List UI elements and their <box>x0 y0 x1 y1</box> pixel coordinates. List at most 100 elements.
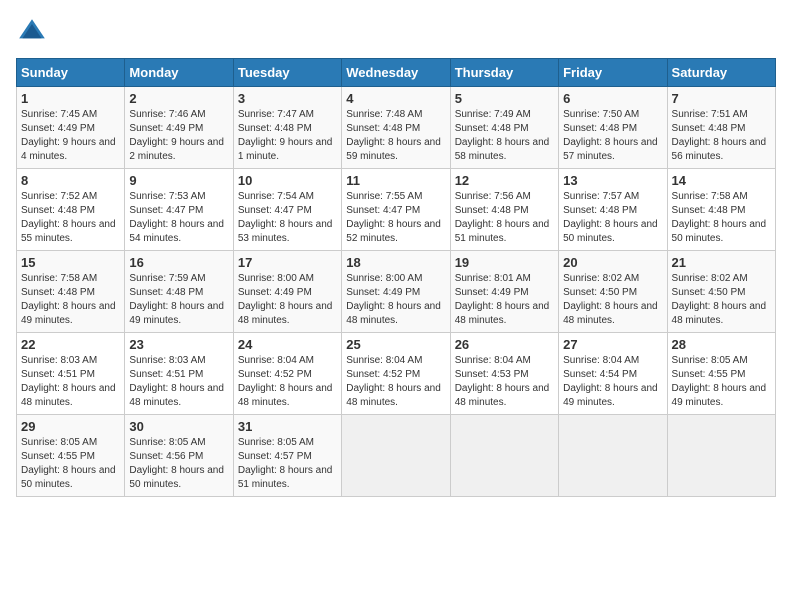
day-info: Sunrise: 8:02 AMSunset: 4:50 PMDaylight:… <box>563 273 658 326</box>
day-number: 6 <box>563 91 662 106</box>
calendar-row: 1 Sunrise: 7:45 AMSunset: 4:49 PMDayligh… <box>17 87 776 169</box>
day-info: Sunrise: 8:04 AMSunset: 4:53 PMDaylight:… <box>455 355 550 408</box>
calendar-row: 15 Sunrise: 7:58 AMSunset: 4:48 PMDaylig… <box>17 251 776 333</box>
calendar-table: SundayMondayTuesdayWednesdayThursdayFrid… <box>16 58 776 497</box>
page-header <box>16 16 776 48</box>
day-info: Sunrise: 7:47 AMSunset: 4:48 PMDaylight:… <box>238 109 333 162</box>
day-number: 31 <box>238 419 337 434</box>
day-number: 28 <box>672 337 771 352</box>
calendar-cell: 9 Sunrise: 7:53 AMSunset: 4:47 PMDayligh… <box>125 169 233 251</box>
day-info: Sunrise: 8:01 AMSunset: 4:49 PMDaylight:… <box>455 273 550 326</box>
day-info: Sunrise: 7:45 AMSunset: 4:49 PMDaylight:… <box>21 109 116 162</box>
calendar-cell: 12 Sunrise: 7:56 AMSunset: 4:48 PMDaylig… <box>450 169 558 251</box>
calendar-cell: 26 Sunrise: 8:04 AMSunset: 4:53 PMDaylig… <box>450 333 558 415</box>
logo-icon <box>16 16 48 48</box>
day-number: 19 <box>455 255 554 270</box>
day-info: Sunrise: 7:49 AMSunset: 4:48 PMDaylight:… <box>455 109 550 162</box>
calendar-cell: 22 Sunrise: 8:03 AMSunset: 4:51 PMDaylig… <box>17 333 125 415</box>
day-number: 2 <box>129 91 228 106</box>
weekday-header-tuesday: Tuesday <box>233 59 341 87</box>
calendar-cell: 5 Sunrise: 7:49 AMSunset: 4:48 PMDayligh… <box>450 87 558 169</box>
calendar-row: 22 Sunrise: 8:03 AMSunset: 4:51 PMDaylig… <box>17 333 776 415</box>
calendar-cell <box>450 415 558 497</box>
calendar-cell: 28 Sunrise: 8:05 AMSunset: 4:55 PMDaylig… <box>667 333 775 415</box>
day-info: Sunrise: 8:00 AMSunset: 4:49 PMDaylight:… <box>238 273 333 326</box>
calendar-cell: 21 Sunrise: 8:02 AMSunset: 4:50 PMDaylig… <box>667 251 775 333</box>
day-number: 25 <box>346 337 445 352</box>
calendar-cell: 25 Sunrise: 8:04 AMSunset: 4:52 PMDaylig… <box>342 333 450 415</box>
day-info: Sunrise: 7:52 AMSunset: 4:48 PMDaylight:… <box>21 191 116 244</box>
calendar-cell: 16 Sunrise: 7:59 AMSunset: 4:48 PMDaylig… <box>125 251 233 333</box>
day-info: Sunrise: 8:03 AMSunset: 4:51 PMDaylight:… <box>129 355 224 408</box>
calendar-cell: 29 Sunrise: 8:05 AMSunset: 4:55 PMDaylig… <box>17 415 125 497</box>
day-number: 24 <box>238 337 337 352</box>
weekday-header-monday: Monday <box>125 59 233 87</box>
day-info: Sunrise: 7:48 AMSunset: 4:48 PMDaylight:… <box>346 109 441 162</box>
day-info: Sunrise: 8:04 AMSunset: 4:52 PMDaylight:… <box>346 355 441 408</box>
calendar-cell: 31 Sunrise: 8:05 AMSunset: 4:57 PMDaylig… <box>233 415 341 497</box>
weekday-header-thursday: Thursday <box>450 59 558 87</box>
weekday-header-wednesday: Wednesday <box>342 59 450 87</box>
day-number: 11 <box>346 173 445 188</box>
day-info: Sunrise: 7:46 AMSunset: 4:49 PMDaylight:… <box>129 109 224 162</box>
day-info: Sunrise: 8:02 AMSunset: 4:50 PMDaylight:… <box>672 273 767 326</box>
calendar-cell: 14 Sunrise: 7:58 AMSunset: 4:48 PMDaylig… <box>667 169 775 251</box>
day-number: 1 <box>21 91 120 106</box>
day-number: 7 <box>672 91 771 106</box>
calendar-cell: 4 Sunrise: 7:48 AMSunset: 4:48 PMDayligh… <box>342 87 450 169</box>
day-number: 3 <box>238 91 337 106</box>
day-info: Sunrise: 7:58 AMSunset: 4:48 PMDaylight:… <box>672 191 767 244</box>
day-number: 13 <box>563 173 662 188</box>
day-info: Sunrise: 7:53 AMSunset: 4:47 PMDaylight:… <box>129 191 224 244</box>
calendar-cell: 8 Sunrise: 7:52 AMSunset: 4:48 PMDayligh… <box>17 169 125 251</box>
day-info: Sunrise: 8:04 AMSunset: 4:52 PMDaylight:… <box>238 355 333 408</box>
calendar-row: 29 Sunrise: 8:05 AMSunset: 4:55 PMDaylig… <box>17 415 776 497</box>
day-info: Sunrise: 7:59 AMSunset: 4:48 PMDaylight:… <box>129 273 224 326</box>
day-info: Sunrise: 7:56 AMSunset: 4:48 PMDaylight:… <box>455 191 550 244</box>
calendar-cell: 7 Sunrise: 7:51 AMSunset: 4:48 PMDayligh… <box>667 87 775 169</box>
day-number: 27 <box>563 337 662 352</box>
calendar-cell <box>559 415 667 497</box>
day-info: Sunrise: 8:03 AMSunset: 4:51 PMDaylight:… <box>21 355 116 408</box>
calendar-cell: 2 Sunrise: 7:46 AMSunset: 4:49 PMDayligh… <box>125 87 233 169</box>
day-info: Sunrise: 7:54 AMSunset: 4:47 PMDaylight:… <box>238 191 333 244</box>
calendar-cell <box>342 415 450 497</box>
day-number: 10 <box>238 173 337 188</box>
day-number: 20 <box>563 255 662 270</box>
day-number: 29 <box>21 419 120 434</box>
calendar-cell: 1 Sunrise: 7:45 AMSunset: 4:49 PMDayligh… <box>17 87 125 169</box>
day-info: Sunrise: 8:05 AMSunset: 4:55 PMDaylight:… <box>672 355 767 408</box>
day-info: Sunrise: 7:55 AMSunset: 4:47 PMDaylight:… <box>346 191 441 244</box>
calendar-cell: 20 Sunrise: 8:02 AMSunset: 4:50 PMDaylig… <box>559 251 667 333</box>
calendar-cell <box>667 415 775 497</box>
day-info: Sunrise: 7:58 AMSunset: 4:48 PMDaylight:… <box>21 273 116 326</box>
calendar-cell: 13 Sunrise: 7:57 AMSunset: 4:48 PMDaylig… <box>559 169 667 251</box>
day-number: 5 <box>455 91 554 106</box>
day-number: 17 <box>238 255 337 270</box>
day-number: 18 <box>346 255 445 270</box>
day-number: 22 <box>21 337 120 352</box>
day-info: Sunrise: 8:05 AMSunset: 4:56 PMDaylight:… <box>129 437 224 490</box>
day-number: 4 <box>346 91 445 106</box>
calendar-cell: 30 Sunrise: 8:05 AMSunset: 4:56 PMDaylig… <box>125 415 233 497</box>
day-number: 30 <box>129 419 228 434</box>
day-number: 15 <box>21 255 120 270</box>
calendar-cell: 18 Sunrise: 8:00 AMSunset: 4:49 PMDaylig… <box>342 251 450 333</box>
calendar-cell: 24 Sunrise: 8:04 AMSunset: 4:52 PMDaylig… <box>233 333 341 415</box>
logo <box>16 16 52 48</box>
day-number: 9 <box>129 173 228 188</box>
day-number: 21 <box>672 255 771 270</box>
calendar-cell: 27 Sunrise: 8:04 AMSunset: 4:54 PMDaylig… <box>559 333 667 415</box>
calendar-cell: 3 Sunrise: 7:47 AMSunset: 4:48 PMDayligh… <box>233 87 341 169</box>
calendar-cell: 23 Sunrise: 8:03 AMSunset: 4:51 PMDaylig… <box>125 333 233 415</box>
calendar-row: 8 Sunrise: 7:52 AMSunset: 4:48 PMDayligh… <box>17 169 776 251</box>
day-info: Sunrise: 8:00 AMSunset: 4:49 PMDaylight:… <box>346 273 441 326</box>
day-number: 26 <box>455 337 554 352</box>
calendar-cell: 10 Sunrise: 7:54 AMSunset: 4:47 PMDaylig… <box>233 169 341 251</box>
day-info: Sunrise: 7:51 AMSunset: 4:48 PMDaylight:… <box>672 109 767 162</box>
day-info: Sunrise: 8:05 AMSunset: 4:55 PMDaylight:… <box>21 437 116 490</box>
calendar-cell: 15 Sunrise: 7:58 AMSunset: 4:48 PMDaylig… <box>17 251 125 333</box>
calendar-cell: 17 Sunrise: 8:00 AMSunset: 4:49 PMDaylig… <box>233 251 341 333</box>
calendar-cell: 19 Sunrise: 8:01 AMSunset: 4:49 PMDaylig… <box>450 251 558 333</box>
day-number: 8 <box>21 173 120 188</box>
